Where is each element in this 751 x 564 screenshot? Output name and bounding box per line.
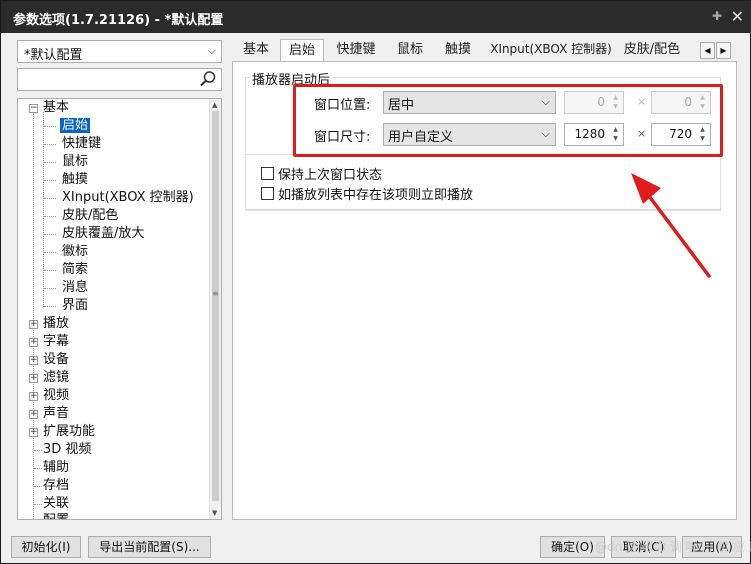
tree-item-skin-overlay[interactable]: 皮肤覆盖/放大: [62, 225, 144, 243]
tab-hotkeys[interactable]: 快捷键: [328, 39, 384, 61]
scroll-up-icon[interactable]: ▲: [212, 101, 217, 109]
tree-item-startup[interactable]: 启始: [60, 117, 91, 135]
annotation-arrow-icon: [631, 173, 711, 278]
preferences-window: 参数选项(1.7.21126) - *默认配置 ✚ ✕ *默认配置 ⌵ − 基本…: [0, 0, 751, 564]
expand-icon[interactable]: +: [29, 392, 38, 401]
tab-touch[interactable]: 触摸: [436, 39, 480, 61]
export-config-button[interactable]: 导出当前配置(S)...: [88, 536, 211, 558]
tree-item-skin[interactable]: 皮肤/配色: [62, 207, 118, 225]
tab-scroll-right-icon[interactable]: ▶: [716, 42, 731, 59]
scrollbar-thumb[interactable]: [212, 111, 219, 501]
tree-item-video[interactable]: 视频: [43, 387, 69, 405]
profile-select-value: *默认配置: [24, 48, 83, 63]
tree-item-3d-video[interactable]: 3D 视频: [43, 441, 91, 459]
collapse-icon[interactable]: −: [29, 104, 38, 113]
tab-startup[interactable]: 启始: [280, 39, 324, 62]
tree-item-logo[interactable]: 徽标: [62, 243, 88, 261]
tab-skin[interactable]: 皮肤/配色: [620, 39, 684, 61]
profile-select[interactable]: *默认配置 ⌵: [17, 40, 222, 63]
expand-icon[interactable]: +: [29, 428, 38, 437]
scroll-down-icon[interactable]: ▼: [212, 509, 217, 517]
tab-mouse[interactable]: 鼠标: [388, 39, 432, 61]
reset-button[interactable]: 初始化(I): [11, 536, 81, 558]
grip-icon: ≡: [212, 289, 219, 298]
search-icon[interactable]: [199, 70, 217, 88]
expand-icon[interactable]: +: [29, 410, 38, 419]
settings-tree[interactable]: − 基本 启始 快捷键 鼠标 触摸 XInput(XBOX 控制器) 皮肤/配色…: [17, 98, 222, 520]
play-if-exists-label: 如播放列表中存在该项则立即播放: [278, 188, 474, 203]
tree-item-basic[interactable]: 基本: [43, 99, 69, 117]
tree-scrollbar[interactable]: ▲ ≡ ▼: [209, 99, 221, 519]
tree-item-filters[interactable]: 滤镜: [43, 369, 69, 387]
tree-item-playback[interactable]: 播放: [43, 315, 69, 333]
tree-item-assist[interactable]: 辅助: [43, 459, 69, 477]
tab-scroll-left-icon[interactable]: ◀: [700, 42, 715, 59]
keep-state-label: 保持上次窗口状态: [278, 168, 383, 183]
tree-item-xinput[interactable]: XInput(XBOX 控制器): [62, 189, 194, 207]
highlight-box: [293, 84, 723, 157]
expand-icon[interactable]: +: [29, 356, 38, 365]
tree-item-messages[interactable]: 消息: [62, 279, 88, 297]
tab-bar: 基本 启始 快捷键 鼠标 触摸 XInput(XBOX 控制器) 皮肤/配色: [232, 39, 722, 62]
search-input[interactable]: [17, 68, 222, 91]
chevron-down-icon: ⌵: [207, 44, 216, 57]
expand-icon[interactable]: +: [29, 338, 38, 347]
tree-item-config[interactable]: 配置: [43, 512, 69, 519]
tree-item-association[interactable]: 关联: [43, 495, 69, 513]
keep-state-checkbox[interactable]: [261, 167, 274, 180]
expand-icon[interactable]: +: [29, 320, 38, 329]
tree-item-audio[interactable]: 声音: [43, 405, 69, 423]
tree-item-subtitles[interactable]: 字幕: [43, 333, 69, 351]
tree-item-archive[interactable]: 存档: [43, 477, 69, 495]
play-if-exists-checkbox[interactable]: [261, 187, 274, 200]
expand-icon[interactable]: +: [29, 374, 38, 383]
tree-item-touch[interactable]: 触摸: [62, 171, 88, 189]
tree-item-devices[interactable]: 设备: [43, 351, 69, 369]
pin-icon[interactable]: ✚: [712, 9, 722, 23]
tree-item-extensions[interactable]: 扩展功能: [43, 423, 95, 441]
watermark: @dn 这 可你 调 听 一 机 应 用 黑: [595, 540, 751, 554]
close-icon[interactable]: ✕: [731, 7, 744, 26]
tree-item-interface[interactable]: 界面: [62, 297, 88, 315]
window-title: 参数选项(1.7.21126) - *默认配置: [13, 13, 224, 28]
title-bar: 参数选项(1.7.21126) - *默认配置 ✚ ✕: [1, 1, 751, 33]
tree-item-hotkeys[interactable]: 快捷键: [62, 135, 101, 153]
tree-item-label: 启始: [60, 118, 91, 133]
tab-basic[interactable]: 基本: [236, 39, 276, 61]
tree-item-simple[interactable]: 简索: [62, 261, 88, 279]
tree-item-mouse[interactable]: 鼠标: [62, 153, 88, 171]
tab-xinput[interactable]: XInput(XBOX 控制器): [484, 39, 618, 61]
